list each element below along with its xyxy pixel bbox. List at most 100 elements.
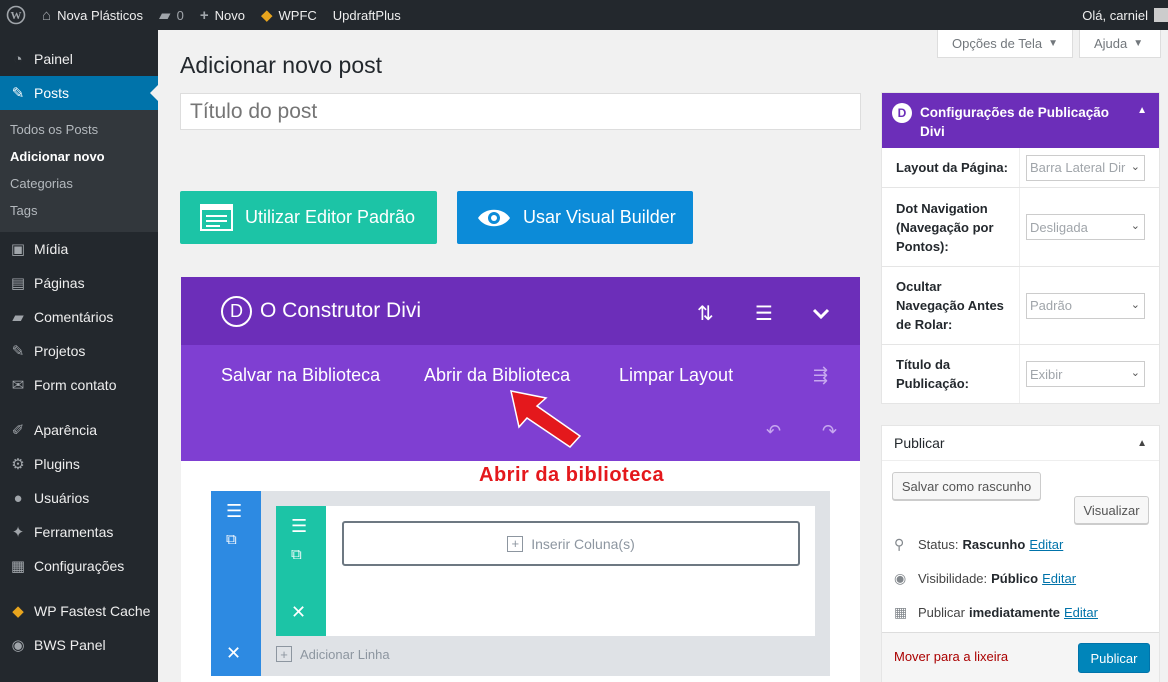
wpfc-link[interactable]: ◆ WPFC (253, 0, 325, 30)
close-icon[interactable]: ✕ (291, 602, 306, 623)
collapse-arrow-icon[interactable]: ▲ (1137, 438, 1147, 449)
sidebar-item-projetos[interactable]: ✎ Projetos (0, 334, 158, 368)
comments-icon: ▰ (12, 309, 24, 326)
divi-logo-icon: D (221, 295, 252, 327)
home-icon: ⌂ (42, 6, 52, 24)
sidebar-item-plugins[interactable]: ⚙ Plugins (0, 447, 158, 481)
close-icon[interactable]: ✕ (226, 643, 241, 664)
menu-icon[interactable]: ☰ (226, 501, 242, 522)
row-handle[interactable]: ☰ ⧉ ✕ (276, 506, 326, 636)
settings-row: Ocultar Navegação Antes de Rolar: Padrão… (882, 267, 1159, 345)
sidebar-item-label: BWS Panel (34, 637, 106, 653)
post-title-input[interactable] (180, 93, 861, 130)
sidebar-item-midia[interactable]: ▣ Mídia (0, 232, 158, 266)
comments-link[interactable]: ▰ 0 (151, 0, 192, 30)
save-draft-button[interactable]: Salvar como rascunho (892, 472, 1041, 500)
cheetah-icon: ◆ (12, 603, 24, 620)
submenu-all-posts[interactable]: Todos os Posts (0, 116, 158, 143)
sidebar-item-posts[interactable]: ✎ Posts (0, 76, 158, 110)
caret-down-icon: ▼ (1048, 38, 1058, 49)
publish-header[interactable]: Publicar ▲ (882, 426, 1159, 461)
help-tab[interactable]: Ajuda ▼ (1079, 30, 1161, 58)
settings-label: Título da Publicação: (882, 345, 1020, 403)
edit-status-link[interactable]: Editar (1029, 537, 1063, 552)
caret-down-icon: ▼ (1133, 38, 1144, 49)
sidebar-item-bws-panel[interactable]: ◉ BWS Panel (0, 628, 158, 662)
move-to-trash-link[interactable]: Mover para a lixeira (894, 649, 1008, 664)
visibility-row: ◉ Visibilidade: Público Editar (894, 570, 1076, 587)
sidebar-item-label: Mídia (34, 241, 69, 257)
add-row-button[interactable]: + Adicionar Linha (276, 646, 390, 662)
sidebar-item-comentarios[interactable]: ▰ Comentários (0, 300, 158, 334)
pin-icon: ✎ (11, 343, 25, 360)
plus-icon: + (199, 6, 209, 24)
submenu-tags[interactable]: Tags (0, 197, 158, 224)
my-account[interactable]: Olá, carniel (1082, 8, 1168, 23)
sidebar-item-label: Posts (34, 85, 70, 101)
avatar (1154, 8, 1168, 22)
admin-sidebar: ◔ Painel ✎ Posts Todos os Posts Adiciona… (0, 30, 158, 682)
submenu-categories[interactable]: Categorias (0, 170, 158, 197)
sidebar-item-paginas[interactable]: ▤ Páginas (0, 266, 158, 300)
portability-icon[interactable]: ⇶ (813, 365, 828, 386)
sort-arrows-icon[interactable]: ⇅ (697, 301, 714, 326)
sidebar-item-configuracoes[interactable]: ▦ Configurações (0, 549, 158, 583)
new-content-link[interactable]: + Novo (192, 0, 253, 30)
admin-bar: W ⌂ Nova Plásticos ▰ 0 + Novo ◆ WPFC Upd… (0, 0, 1168, 30)
redo-icon[interactable]: ↷ (822, 421, 837, 442)
publish-button[interactable]: Publicar (1078, 643, 1150, 673)
sidebar-item-label: Páginas (34, 275, 85, 291)
divi-settings-header[interactable]: D Configurações de Publicação Divi ▲ (882, 93, 1159, 148)
divi-settings-title: Configurações de Publicação Divi (920, 105, 1110, 139)
edit-schedule-link[interactable]: Editar (1064, 605, 1098, 620)
site-name-link[interactable]: ⌂ Nova Plásticos (34, 0, 151, 30)
default-editor-button[interactable]: Utilizar Editor Padrão (180, 191, 437, 244)
sidebar-item-aparencia[interactable]: ✐ Aparência (0, 413, 158, 447)
select-value: Desligada (1030, 219, 1088, 235)
collapse-arrow-icon[interactable]: ▲ (1137, 105, 1147, 116)
undo-icon[interactable]: ↶ (766, 421, 781, 442)
clear-layout-link[interactable]: Limpar Layout (619, 365, 733, 386)
preview-button[interactable]: Visualizar (1074, 496, 1149, 524)
wordpress-logo[interactable]: W (0, 0, 34, 30)
dot-navigation-select[interactable]: Desligada ⌄ (1026, 214, 1145, 240)
save-to-library-link[interactable]: Salvar na Biblioteca (221, 365, 380, 386)
sidebar-item-painel[interactable]: ◔ Painel (0, 42, 158, 76)
duplicate-icon[interactable]: ⧉ (226, 531, 237, 548)
pages-icon: ▤ (10, 275, 26, 292)
pin-icon: ✎ (11, 85, 25, 102)
comment-bubble-icon: ▰ (159, 7, 171, 24)
sidebar-item-usuarios[interactable]: ● Usuários (0, 481, 158, 515)
schedule-row: ▦ Publicar imediatamente Editar (894, 604, 1098, 621)
chevron-down-icon[interactable] (812, 303, 830, 326)
insert-column-label: Inserir Coluna(s) (531, 535, 635, 552)
edit-visibility-link[interactable]: Editar (1042, 571, 1076, 586)
settings-label: Ocultar Navegação Antes de Rolar: (882, 267, 1020, 344)
sidebar-item-ferramentas[interactable]: ✦ Ferramentas (0, 515, 158, 549)
divi-row: ☰ ⧉ ✕ + Inserir Coluna(s) (276, 506, 815, 636)
hide-nav-select[interactable]: Padrão ⌄ (1026, 292, 1145, 319)
duplicate-icon[interactable]: ⧉ (291, 546, 302, 563)
divi-title: O Construtor Divi (260, 299, 422, 322)
svg-text:W: W (11, 10, 22, 22)
publish-box: Publicar ▲ Salvar como rascunho Visualiz… (881, 425, 1160, 682)
visual-builder-button[interactable]: Usar Visual Builder (457, 191, 693, 244)
section-handle[interactable]: ☰ ⧉ ✕ (211, 491, 261, 676)
menu-icon[interactable]: ☰ (755, 301, 773, 326)
sidebar-item-label: Form contato (34, 377, 117, 393)
screen-options-tab[interactable]: Opções de Tela ▼ (937, 30, 1073, 58)
page-layout-select[interactable]: Barra Lateral Dir ⌄ (1026, 154, 1145, 181)
updraftplus-link[interactable]: UpdraftPlus (325, 0, 409, 30)
sidebar-item-form-contato[interactable]: ✉ Form contato (0, 368, 158, 402)
sidebar-item-wp-fastest-cache[interactable]: ◆ WP Fastest Cache (0, 594, 158, 628)
menu-icon[interactable]: ☰ (291, 516, 307, 537)
sidebar-item-label: Usuários (34, 490, 90, 506)
open-from-library-link[interactable]: Abrir da Biblioteca (424, 365, 570, 386)
post-title-select[interactable]: Exibir ⌄ (1026, 361, 1145, 387)
schedule-value: imediatamente (968, 605, 1061, 620)
wrench-icon: ✦ (11, 524, 25, 541)
plus-icon: + (276, 646, 292, 662)
insert-column-button[interactable]: + Inserir Coluna(s) (342, 521, 800, 566)
sidebar-item-label: Plugins (34, 456, 80, 472)
submenu-add-new[interactable]: Adicionar novo (0, 143, 158, 170)
